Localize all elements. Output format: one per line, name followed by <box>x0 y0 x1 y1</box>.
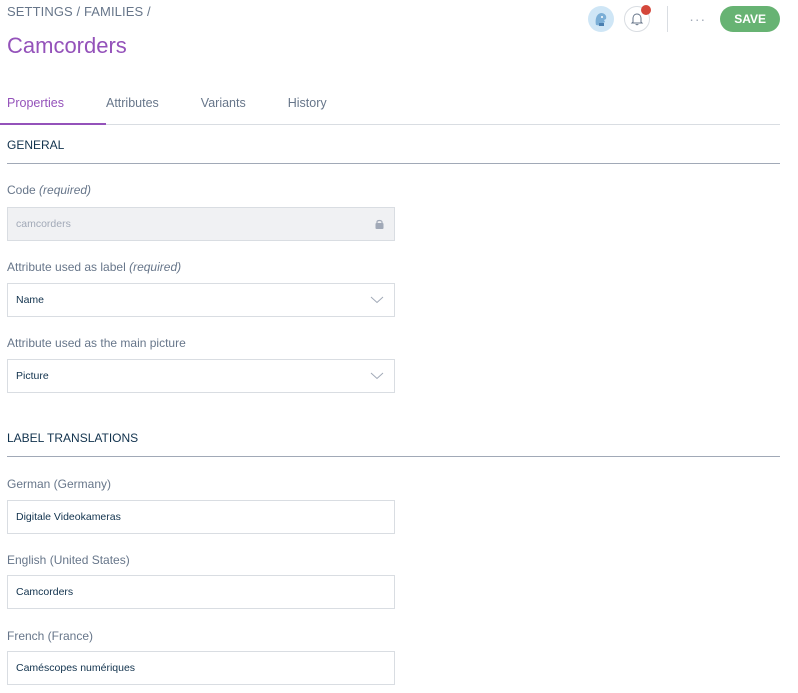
chevron-down-icon <box>370 372 384 380</box>
label-attribute-label: Attribute used as label (required) <box>7 260 182 274</box>
translation-label-en: English (United States) <box>7 553 130 567</box>
translation-label-de: German (Germany) <box>7 477 112 491</box>
required-hint: (required) <box>129 260 182 274</box>
breadcrumb[interactable]: SETTINGS / FAMILIES / <box>7 4 151 19</box>
bell-icon <box>630 13 644 26</box>
more-options-button[interactable]: ··· <box>689 12 706 26</box>
picture-attribute-select[interactable]: Picture <box>7 359 395 393</box>
translation-input-fr[interactable]: Caméscopes numériques <box>7 651 395 685</box>
header-divider <box>667 6 669 32</box>
tab-attributes[interactable]: Attributes <box>106 96 201 124</box>
picture-attribute-label: Attribute used as the main picture <box>7 336 186 350</box>
tab-properties[interactable]: Properties <box>0 96 106 125</box>
label-attribute-value: Name <box>16 294 45 306</box>
chevron-down-icon <box>370 296 384 304</box>
tab-history[interactable]: History <box>288 96 369 124</box>
section-translations-title: LABEL TRANSLATIONS <box>7 431 780 457</box>
code-value: camcorders <box>16 218 71 230</box>
label-attribute-select[interactable]: Name <box>7 283 395 317</box>
tab-bar: Properties Attributes Variants History <box>0 96 780 125</box>
translation-input-de[interactable]: Digitale Videokameras <box>7 500 395 534</box>
save-button[interactable]: SAVE <box>720 6 780 32</box>
picture-attribute-value: Picture <box>16 370 49 382</box>
header-actions: ··· SAVE <box>588 5 780 33</box>
translation-label-fr: French (France) <box>7 629 94 643</box>
notification-badge <box>641 5 652 15</box>
translation-input-en[interactable]: Camcorders <box>7 575 395 609</box>
page-title: Camcorders <box>7 33 127 58</box>
notifications-button[interactable] <box>624 5 652 32</box>
lock-icon <box>375 219 384 229</box>
code-label: Code (required) <box>7 183 92 197</box>
required-hint: (required) <box>39 183 92 197</box>
code-input[interactable]: camcorders <box>7 207 395 241</box>
section-general-title: GENERAL <box>7 138 780 164</box>
tab-variants[interactable]: Variants <box>201 96 288 124</box>
user-avatar-icon[interactable] <box>588 6 615 32</box>
